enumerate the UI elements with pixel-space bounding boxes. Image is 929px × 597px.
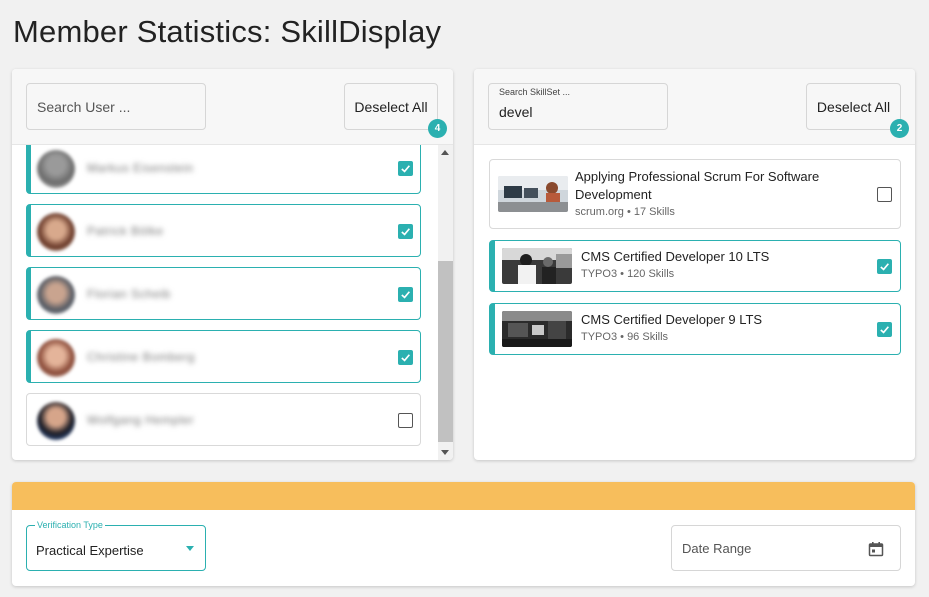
user-name: Patrick Bölke <box>87 224 164 238</box>
date-range-placeholder: Date Range <box>682 541 752 556</box>
skillset-title: CMS Certified Developer 10 LTS <box>581 249 770 264</box>
user-avatar <box>37 276 75 314</box>
user-name: Markus Eisenstein <box>87 161 194 175</box>
user-checkbox[interactable] <box>398 413 413 428</box>
user-list-item[interactable]: Markus Eisenstein <box>26 145 421 194</box>
date-range-field[interactable]: Date Range <box>671 525 901 571</box>
skillset-title: CMS Certified Developer 9 LTS <box>581 312 763 327</box>
skillset-thumbnail <box>498 176 568 212</box>
skillset-provider: TYPO3 <box>581 268 618 280</box>
verification-type-label: Verification Type <box>35 520 105 530</box>
user-list-item[interactable]: Patrick Bölke <box>26 204 421 257</box>
skillset-checkbox[interactable] <box>877 259 892 274</box>
skillset-thumbnail <box>502 248 572 284</box>
skillsets-selected-count-badge: 2 <box>890 119 909 138</box>
user-list-item[interactable]: Christine Bomberg <box>26 330 421 383</box>
skillset-skill-count: 17 Skills <box>633 206 675 218</box>
user-search-input[interactable] <box>27 84 205 129</box>
skillset-provider: TYPO3 <box>581 331 618 343</box>
skillset-checkbox[interactable] <box>877 187 892 202</box>
users-selected-count-badge: 4 <box>428 119 447 138</box>
skillset-thumbnail <box>502 311 572 347</box>
skillset-list-item[interactable]: CMS Certified Developer 9 LTS TYPO3 • 96… <box>489 303 901 355</box>
skillset-search-field[interactable]: Search SkillSet ... <box>488 83 668 130</box>
scroll-up-icon[interactable] <box>441 150 449 155</box>
skillset-meta: TYPO3 • 120 Skills <box>581 268 674 280</box>
user-avatar <box>37 402 75 440</box>
users-panel: Deselect All 4 Markus Eisenstein Patrick… <box>12 69 453 460</box>
skillset-meta: TYPO3 • 96 Skills <box>581 331 668 343</box>
skillset-meta: scrum.org • 17 Skills <box>575 206 675 218</box>
users-panel-header: Deselect All 4 <box>12 69 453 145</box>
skillsets-deselect-all-button[interactable]: Deselect All <box>806 83 901 130</box>
caret-down-icon[interactable] <box>186 546 194 551</box>
skillset-list-item[interactable]: Applying Professional Scrum For Software… <box>489 159 901 229</box>
filter-panel-header-bar <box>12 482 915 510</box>
skillset-provider: scrum.org <box>575 206 624 218</box>
user-checkbox[interactable] <box>398 350 413 365</box>
users-deselect-all-button[interactable]: Deselect All <box>344 83 438 130</box>
page-title: Member Statistics: SkillDisplay <box>13 14 442 49</box>
user-list-item[interactable]: Florian Scheib <box>26 267 421 320</box>
user-checkbox[interactable] <box>398 161 413 176</box>
user-list: Markus Eisenstein Patrick Bölke Florian … <box>12 145 438 460</box>
user-avatar <box>37 150 75 188</box>
user-name: Christine Bomberg <box>87 350 195 364</box>
skillset-skill-count: 96 Skills <box>627 331 669 343</box>
skillset-title: Applying Professional Scrum For Software… <box>575 169 820 202</box>
filter-panel: Verification Type Practical Expertise Da… <box>12 482 915 586</box>
meta-separator: • <box>626 206 634 218</box>
user-checkbox[interactable] <box>398 287 413 302</box>
skillset-search-input[interactable] <box>489 84 667 129</box>
user-avatar <box>37 213 75 251</box>
calendar-icon[interactable] <box>868 541 884 562</box>
scroll-down-icon[interactable] <box>441 450 449 455</box>
verification-type-select[interactable]: Verification Type Practical Expertise <box>26 520 206 571</box>
skillsets-panel: Search SkillSet ... Deselect All 2 Apply… <box>474 69 915 460</box>
user-list-item[interactable]: Wolfgang Hempler <box>26 393 421 446</box>
user-name: Florian Scheib <box>87 287 171 301</box>
skillset-checkbox[interactable] <box>877 322 892 337</box>
user-avatar <box>37 339 75 377</box>
verification-type-value: Practical Expertise <box>36 543 144 558</box>
skillset-list-item[interactable]: CMS Certified Developer 10 LTS TYPO3 • 1… <box>489 240 901 292</box>
skillsets-panel-header: Search SkillSet ... Deselect All 2 <box>474 69 915 145</box>
scrollbar-thumb[interactable] <box>438 261 453 442</box>
user-name: Wolfgang Hempler <box>87 413 195 427</box>
user-checkbox[interactable] <box>398 224 413 239</box>
user-list-scrollbar[interactable] <box>438 145 453 460</box>
skillset-skill-count: 120 Skills <box>627 268 675 280</box>
user-search-field[interactable] <box>26 83 206 130</box>
